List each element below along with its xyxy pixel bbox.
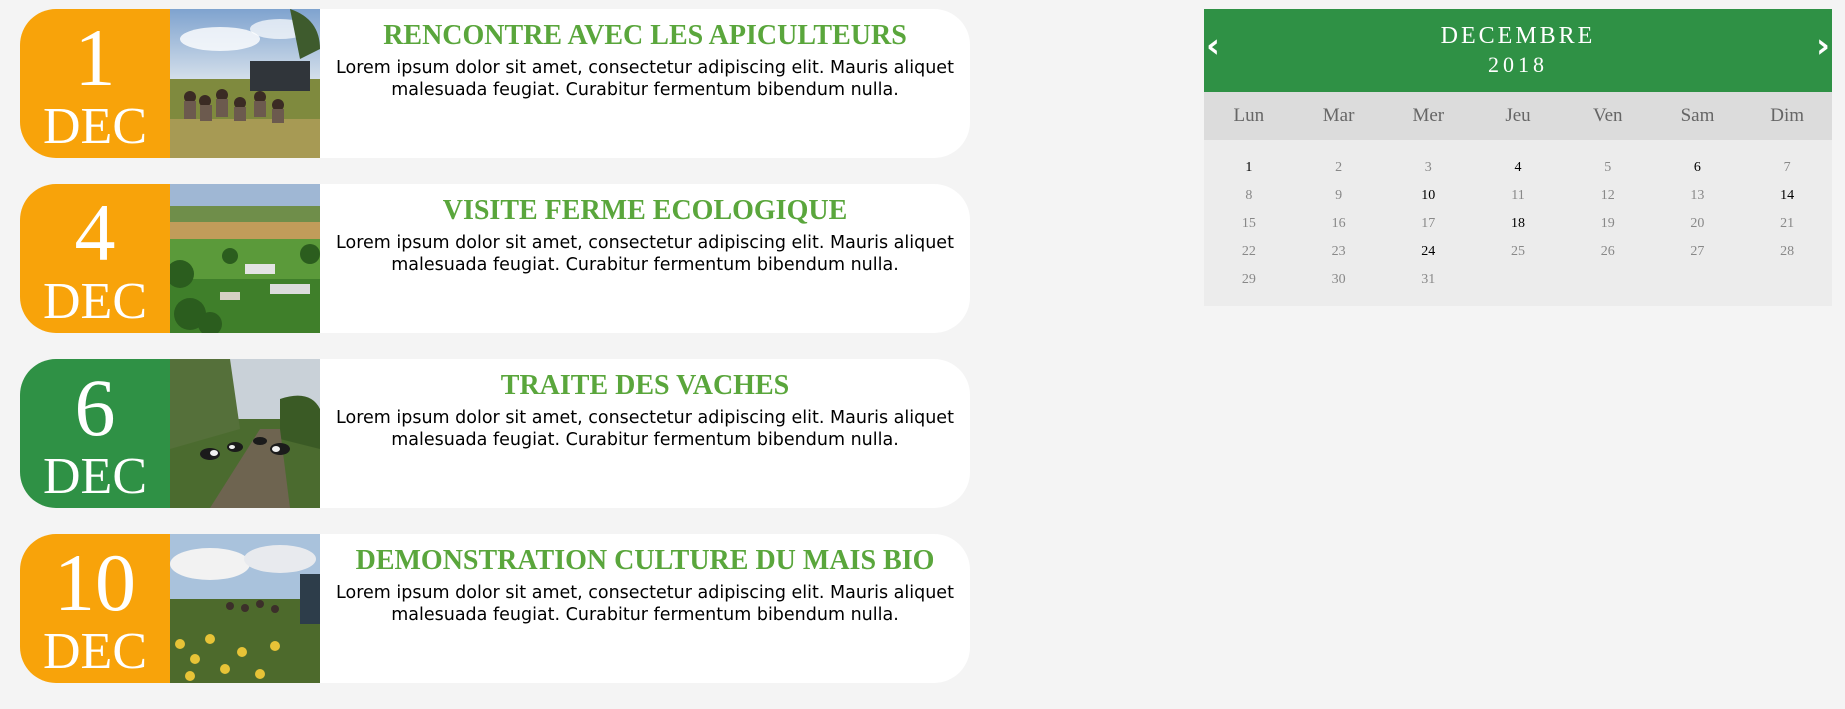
- event-card[interactable]: 10 DEC DEMONSTRATION CULTURE DU MAIS BIO…: [20, 534, 970, 683]
- event-card[interactable]: 1 DEC RENCONTRE AVEC LES APICULTEURS Lor…: [20, 9, 970, 158]
- calendar-day[interactable]: 6: [1653, 154, 1743, 182]
- event-day: 4: [74, 187, 116, 278]
- event-month: DEC: [43, 623, 147, 680]
- calendar-day[interactable]: 20: [1653, 210, 1743, 238]
- event-description: Lorem ipsum dolor sit amet, consectetur …: [336, 583, 954, 625]
- event-day: 1: [74, 12, 116, 103]
- calendar-day[interactable]: 25: [1473, 238, 1563, 266]
- event-month: DEC: [43, 448, 147, 505]
- event-content: RENCONTRE AVEC LES APICULTEURS Lorem ips…: [332, 21, 958, 101]
- calendar-day[interactable]: 23: [1294, 238, 1384, 266]
- calendar-day[interactable]: 30: [1294, 266, 1384, 294]
- calendar-day[interactable]: 9: [1294, 182, 1384, 210]
- event-date-badge: 10 DEC: [20, 534, 170, 683]
- chevron-right-icon[interactable]: ›: [1816, 29, 1830, 63]
- calendar-day[interactable]: 8: [1204, 182, 1294, 210]
- calendar-day[interactable]: 27: [1653, 238, 1743, 266]
- event-title[interactable]: RENCONTRE AVEC LES APICULTEURS: [332, 21, 958, 51]
- event-description: Lorem ipsum dolor sit amet, consectetur …: [336, 233, 954, 275]
- calendar-day[interactable]: 21: [1742, 210, 1832, 238]
- calendar-year: 2018: [1488, 52, 1548, 77]
- event-title[interactable]: VISITE FERME ECOLOGIQUE: [332, 196, 958, 226]
- calendar-day[interactable]: 10: [1383, 182, 1473, 210]
- calendar-day[interactable]: 14: [1742, 182, 1832, 210]
- weekday-label: Jeu: [1505, 105, 1531, 126]
- calendar-days-grid: 1 2 3 4 5 6 7 8 9 10 11 12 13 14 15 16 17 18 19 20 21 22 23 24 2…: [1204, 140, 1832, 294]
- event-month: DEC: [43, 273, 147, 330]
- weekday-label: Ven: [1592, 105, 1623, 126]
- event-card[interactable]: 6 DEC TRAITE DES VACHES Lorem ipsum dolo…: [20, 359, 970, 508]
- weekday-label: Lun: [1233, 105, 1265, 126]
- calendar-day[interactable]: 11: [1473, 182, 1563, 210]
- calendar-day[interactable]: 15: [1204, 210, 1294, 238]
- event-title[interactable]: DEMONSTRATION CULTURE DU MAIS BIO: [332, 546, 958, 576]
- event-date-badge: 1 DEC: [20, 9, 170, 158]
- event-card[interactable]: 4 DEC VISITE FERME ECOLOGIQUE Lorem ipsu…: [20, 184, 970, 333]
- event-content: DEMONSTRATION CULTURE DU MAIS BIO Lorem …: [332, 546, 958, 626]
- calendar-day[interactable]: 18: [1473, 210, 1563, 238]
- calendar-day[interactable]: 22: [1204, 238, 1294, 266]
- calendar-widget: ‹ DECEMBRE 2018 › Lun Mar Mer Jeu Ven Sa…: [1204, 9, 1832, 306]
- calendar-day[interactable]: 31: [1383, 266, 1473, 294]
- calendar-day[interactable]: 26: [1563, 238, 1653, 266]
- event-photo: [170, 9, 320, 158]
- calendar-day[interactable]: 4: [1473, 154, 1563, 182]
- weekday-label: Mer: [1412, 105, 1445, 126]
- calendar-day[interactable]: 28: [1742, 238, 1832, 266]
- event-photo: [170, 359, 320, 508]
- calendar-day[interactable]: 7: [1742, 154, 1832, 182]
- calendar-day[interactable]: 16: [1294, 210, 1384, 238]
- calendar-month: DECEMBRE: [1440, 23, 1596, 49]
- calendar-day[interactable]: 17: [1383, 210, 1473, 238]
- events-list: 1 DEC RENCONTRE AVEC LES APICULTEURS Lor…: [20, 9, 970, 709]
- event-photo: [170, 534, 320, 683]
- event-photo: [170, 184, 320, 333]
- calendar-weekdays: Lun Mar Mer Jeu Ven Sam Dim: [1204, 92, 1832, 140]
- event-description: Lorem ipsum dolor sit amet, consectetur …: [336, 408, 954, 450]
- calendar-day[interactable]: 2: [1294, 154, 1384, 182]
- weekday-label: Dim: [1770, 105, 1805, 126]
- calendar-day[interactable]: 19: [1563, 210, 1653, 238]
- event-month: DEC: [43, 98, 147, 155]
- calendar-header: ‹ DECEMBRE 2018 ›: [1204, 9, 1832, 92]
- weekday-label: Mar: [1322, 105, 1355, 126]
- event-date-badge: 6 DEC: [20, 359, 170, 508]
- event-day: 10: [54, 537, 136, 628]
- calendar-day[interactable]: 12: [1563, 182, 1653, 210]
- event-day: 6: [74, 362, 116, 453]
- calendar-day[interactable]: 29: [1204, 266, 1294, 294]
- event-date-badge: 4 DEC: [20, 184, 170, 333]
- calendar-day[interactable]: 5: [1563, 154, 1653, 182]
- event-content: TRAITE DES VACHES Lorem ipsum dolor sit …: [332, 371, 958, 451]
- calendar-day[interactable]: 13: [1653, 182, 1743, 210]
- weekday-label: Sam: [1680, 105, 1715, 126]
- event-description: Lorem ipsum dolor sit amet, consectetur …: [336, 58, 954, 100]
- calendar-day[interactable]: 1: [1204, 154, 1294, 182]
- event-content: VISITE FERME ECOLOGIQUE Lorem ipsum dolo…: [332, 196, 958, 276]
- calendar-day[interactable]: 3: [1383, 154, 1473, 182]
- calendar-day[interactable]: 24: [1383, 238, 1473, 266]
- event-title[interactable]: TRAITE DES VACHES: [332, 371, 958, 401]
